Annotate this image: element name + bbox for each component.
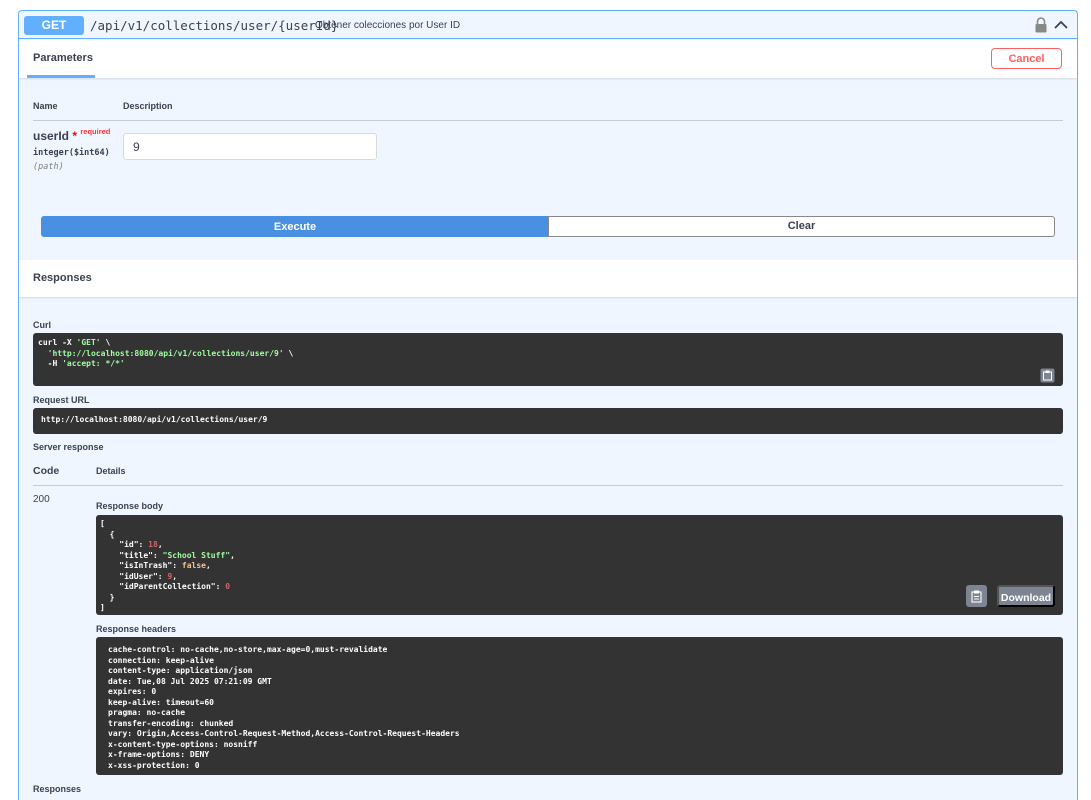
request-url-box[interactable]: http://localhost:8080/api/v1/collections… xyxy=(33,408,1063,434)
response-header-line: x-xss-protection: 0 xyxy=(108,760,200,770)
response-header-line: vary: Origin,Access-Control-Request-Meth… xyxy=(108,729,460,738)
server-response-label: Server response xyxy=(33,442,104,452)
curl-continuation: \ xyxy=(100,338,111,347)
request-url-value: http://localhost:8080/api/v1/collections… xyxy=(41,415,268,424)
json-value-title: "School Stuff" xyxy=(162,550,231,560)
curl-command: curl -X xyxy=(38,338,77,347)
response-headers-label: Response headers xyxy=(96,624,177,634)
response-header-line: keep-alive: timeout=60 xyxy=(108,697,214,707)
http-method-badge: GET xyxy=(24,16,84,35)
column-header-name: Name xyxy=(33,101,58,111)
required-label: required xyxy=(80,127,111,136)
response-header-line: transfer-encoding: chunked xyxy=(108,718,234,728)
json-open-bracket: [ xyxy=(100,519,105,528)
json-value-idparentcollection: 0 xyxy=(225,582,231,591)
json-key-id: "id": xyxy=(119,540,149,549)
tab-parameters[interactable]: Parameters xyxy=(33,40,95,78)
param-location: (path) xyxy=(33,162,64,172)
param-name-label: userId xyxy=(33,129,70,143)
column-header-code: Code xyxy=(33,465,60,477)
copy-icon xyxy=(971,590,982,603)
response-header-line: x-content-type-options: nosniff xyxy=(108,739,258,749)
endpoint-path[interactable]: /api/v1/collections/user/{userId} xyxy=(90,16,338,35)
curl-url: 'http://localhost:8080/api/v1/collection… xyxy=(47,348,284,358)
download-button[interactable]: Download xyxy=(997,585,1055,607)
cancel-button[interactable]: Cancel xyxy=(991,48,1062,69)
response-body-block[interactable]: [ { "id": 18, "title": "School Stuff", "… xyxy=(96,515,1063,615)
parameters-divider xyxy=(33,120,1063,121)
response-header-line: content-type: application/json xyxy=(108,666,253,675)
response-status-code: 200 xyxy=(33,494,50,505)
response-divider xyxy=(33,485,1063,486)
response-header-line: connection: keep-alive xyxy=(108,655,214,665)
json-key-iduser: "idUser": xyxy=(119,571,168,581)
json-key-isintrash: "isInTrash": xyxy=(119,561,182,570)
operation-block: GET /api/v1/collections/user/{userId} Ob… xyxy=(18,10,1078,800)
endpoint-summary: Obtener colecciones por User ID xyxy=(315,20,461,31)
json-key-idparentcollection: "idParentCollection": xyxy=(119,582,226,591)
param-name: userId * required xyxy=(33,127,111,143)
response-body-label: Response body xyxy=(96,501,164,511)
responses-title: Responses xyxy=(33,272,92,284)
json-value-isintrash: false xyxy=(181,561,206,570)
copy-response-button[interactable] xyxy=(966,585,987,607)
response-header-line: date: Tue,08 Jul 2025 07:21:09 GMT xyxy=(108,676,272,686)
json-value-id: 18 xyxy=(148,540,158,549)
param-type: integer($int64) xyxy=(33,148,110,158)
copy-icon[interactable] xyxy=(1040,368,1055,383)
response-headers-block[interactable]: cache-control: no-cache,no-store,max-age… xyxy=(96,637,1063,775)
column-header-description: Description xyxy=(123,101,173,111)
chevron-up-icon[interactable] xyxy=(1053,16,1069,34)
clear-button[interactable]: Clear xyxy=(548,216,1055,237)
curl-continuation-2: \ xyxy=(283,348,294,358)
curl-accept-header: 'accept: */*' xyxy=(62,359,125,368)
parameters-header: Parameters Cancel xyxy=(19,40,1077,78)
operation-summary[interactable]: GET /api/v1/collections/user/{userId} Ob… xyxy=(19,11,1077,39)
response-header-line: cache-control: no-cache,no-store,max-age… xyxy=(108,645,388,654)
request-url-label: Request URL xyxy=(33,395,90,405)
json-close-brace: } xyxy=(109,592,115,602)
column-header-details: Details xyxy=(96,466,126,476)
tab-active-indicator xyxy=(27,75,95,78)
json-key-title: "title": xyxy=(119,550,163,560)
curl-code-block[interactable]: curl -X 'GET' \ 'http://localhost:8080/a… xyxy=(33,333,1063,386)
responses-header: Responses xyxy=(19,260,1077,297)
json-close-bracket: ] xyxy=(100,603,105,612)
json-open-brace: { xyxy=(109,529,115,539)
execute-button[interactable]: Execute xyxy=(41,216,549,237)
required-star: * xyxy=(72,129,78,143)
lock-icon[interactable] xyxy=(1034,16,1048,34)
userid-input[interactable] xyxy=(123,133,377,160)
response-header-line: pragma: no-cache xyxy=(108,708,186,717)
curl-label: Curl xyxy=(33,320,51,330)
response-header-line: x-frame-options: DENY xyxy=(108,750,210,759)
curl-header-flag: -H xyxy=(38,359,63,368)
json-value-iduser: 9 xyxy=(167,571,173,581)
responses-footer-title: Responses xyxy=(33,784,82,794)
curl-method: 'GET' xyxy=(76,338,101,347)
response-header-line: expires: 0 xyxy=(108,687,157,696)
